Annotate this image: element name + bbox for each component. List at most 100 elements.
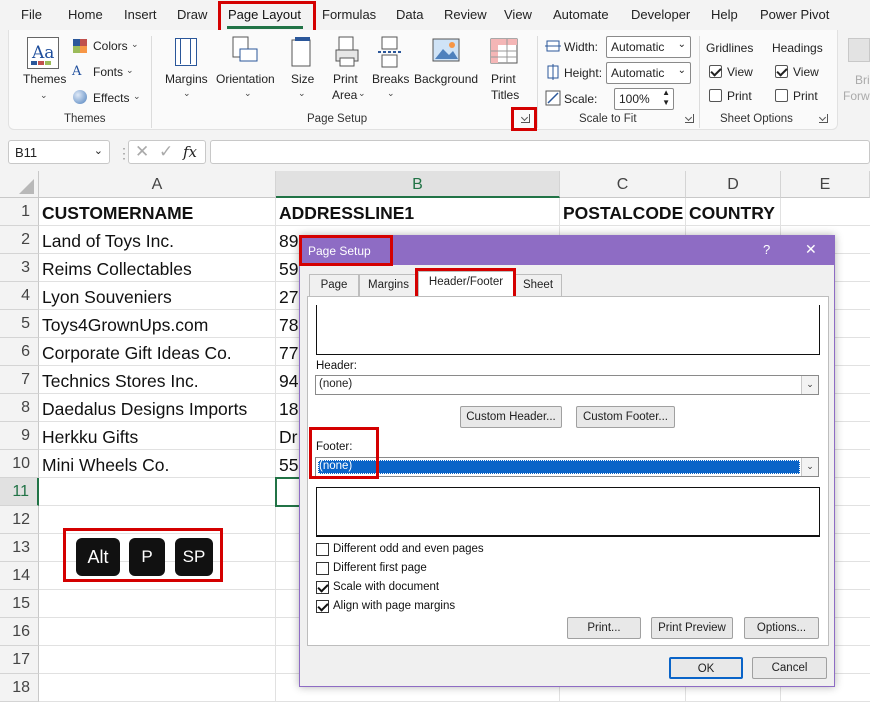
menu-file[interactable]: File [21,7,42,22]
column-header-a[interactable]: A [39,171,276,198]
print-preview-button[interactable]: Print Preview [651,617,733,639]
table-cell[interactable]: Corporate Gift Ideas Co. [39,338,276,366]
menu-automate[interactable]: Automate [553,7,609,22]
scale-with-document-checkbox[interactable] [316,581,329,594]
column-header-d[interactable]: D [686,171,781,198]
row-header[interactable]: 2 [0,226,39,254]
ok-button[interactable]: OK [669,657,743,679]
enter-check-icon[interactable]: ✓ [159,142,173,162]
print-titles-label-1[interactable]: Print [491,72,516,86]
column-header-b[interactable]: B [276,171,560,198]
gridlines-view-checkbox[interactable] [709,65,722,78]
select-all-corner[interactable] [0,171,39,198]
row-header[interactable]: 1 [0,198,39,226]
insert-function-icon[interactable]: fx [183,143,197,161]
cell-b1[interactable]: ADDRESSLINE1 [276,198,560,226]
table-cell[interactable]: Mini Wheels Co. [39,450,276,478]
menu-formulas[interactable]: Formulas [322,7,376,22]
gridlines-print-checkbox[interactable] [709,89,722,102]
themes-icon[interactable]: Aa [27,37,59,69]
tab-page[interactable]: Page [309,274,359,296]
print-area-label-2[interactable]: Area [332,88,357,102]
tab-sheet[interactable]: Sheet [514,274,562,296]
menu-view[interactable]: View [504,7,532,22]
row-header[interactable]: 3 [0,254,39,282]
breaks-button[interactable]: Breaks [372,72,409,86]
row-header[interactable]: 6 [0,338,39,366]
themes-label[interactable]: Themes [23,72,66,86]
row-header[interactable]: 9 [0,422,39,450]
help-icon[interactable]: ? [763,242,770,257]
formula-input[interactable] [210,140,870,164]
custom-footer-button[interactable]: Custom Footer... [576,406,675,428]
row-header[interactable]: 13 [0,534,39,562]
width-combo[interactable]: Automatic ⌄ [606,36,691,58]
different-odd-even-checkbox[interactable] [316,543,329,556]
footer-dropdown[interactable]: (none) ⌄ [315,457,819,477]
sheet-options-launcher-icon[interactable] [819,114,828,123]
different-first-page-checkbox[interactable] [316,562,329,575]
margins-button[interactable]: Margins [165,72,208,86]
close-icon[interactable]: ✕ [805,241,817,258]
fonts-button[interactable]: Fonts [93,65,123,79]
tab-margins[interactable]: Margins [359,274,418,296]
menu-review[interactable]: Review [444,7,487,22]
column-header-e[interactable]: E [781,171,870,198]
row-header[interactable]: 10 [0,450,39,478]
menu-data[interactable]: Data [396,7,423,22]
name-box[interactable]: B11 ⌄ [8,140,110,164]
cell-d1[interactable]: COUNTRY [686,198,781,226]
cell-c1[interactable]: POSTALCODE [560,198,686,226]
menu-home[interactable]: Home [68,7,103,22]
bring-forward-label-1[interactable]: Bri [855,73,870,87]
menu-draw[interactable]: Draw [177,7,207,22]
row-header[interactable]: 15 [0,590,39,618]
row-header[interactable]: 17 [0,646,39,674]
scale-launcher-icon[interactable] [685,114,694,123]
table-cell[interactable]: Lyon Souveniers [39,282,276,310]
table-cell[interactable]: Herkku Gifts [39,422,276,450]
headings-view-checkbox[interactable] [775,65,788,78]
menu-power-pivot[interactable]: Power Pivot [760,7,829,22]
table-cell[interactable]: Toys4GrownUps.com [39,310,276,338]
row-header[interactable]: 16 [0,618,39,646]
cancel-button[interactable]: Cancel [752,657,827,679]
table-cell[interactable]: Daedalus Designs Imports [39,394,276,422]
row-header[interactable]: 7 [0,366,39,394]
print-area-label-1[interactable]: Print [333,72,358,86]
custom-header-button[interactable]: Custom Header... [460,406,562,428]
cancel-x-icon[interactable]: ✕ [135,142,149,162]
cell-a1[interactable]: CUSTOMERNAME [39,198,276,226]
table-cell[interactable]: Reims Collectables [39,254,276,282]
bring-forward-label-2[interactable]: Forwa [843,89,870,103]
column-header-c[interactable]: C [560,171,686,198]
row-header-selected[interactable]: 11 [0,478,39,506]
menu-insert[interactable]: Insert [124,7,157,22]
print-titles-label-2[interactable]: Titles [491,88,519,102]
align-margins-checkbox[interactable] [316,600,329,613]
row-header[interactable]: 18 [0,674,39,702]
header-dropdown[interactable]: (none) ⌄ [315,375,819,395]
options-button[interactable]: Options... [744,617,819,639]
height-combo[interactable]: Automatic ⌄ [606,62,691,84]
scale-spinner[interactable]: 100% ▲ ▼ [614,88,674,110]
row-header[interactable]: 8 [0,394,39,422]
spinner-arrows-icon[interactable]: ▲ ▼ [662,88,670,108]
menu-developer[interactable]: Developer [631,7,690,22]
row-header[interactable]: 5 [0,310,39,338]
menu-help[interactable]: Help [711,7,738,22]
colors-button[interactable]: Colors [93,39,128,53]
orientation-button[interactable]: Orientation [216,72,275,86]
row-header[interactable]: 14 [0,562,39,590]
chevron-down-icon[interactable]: ⌄ [801,376,818,394]
row-header[interactable]: 4 [0,282,39,310]
chevron-down-icon[interactable]: ⌄ [801,458,818,476]
size-button[interactable]: Size [291,72,314,86]
table-cell[interactable]: Land of Toys Inc. [39,226,276,254]
effects-button[interactable]: Effects [93,91,129,105]
row-header[interactable]: 12 [0,506,39,534]
headings-print-checkbox[interactable] [775,89,788,102]
table-cell[interactable]: Technics Stores Inc. [39,366,276,394]
chevron-down-icon[interactable]: ⌄ [94,144,103,157]
background-button[interactable]: Background [414,72,478,86]
